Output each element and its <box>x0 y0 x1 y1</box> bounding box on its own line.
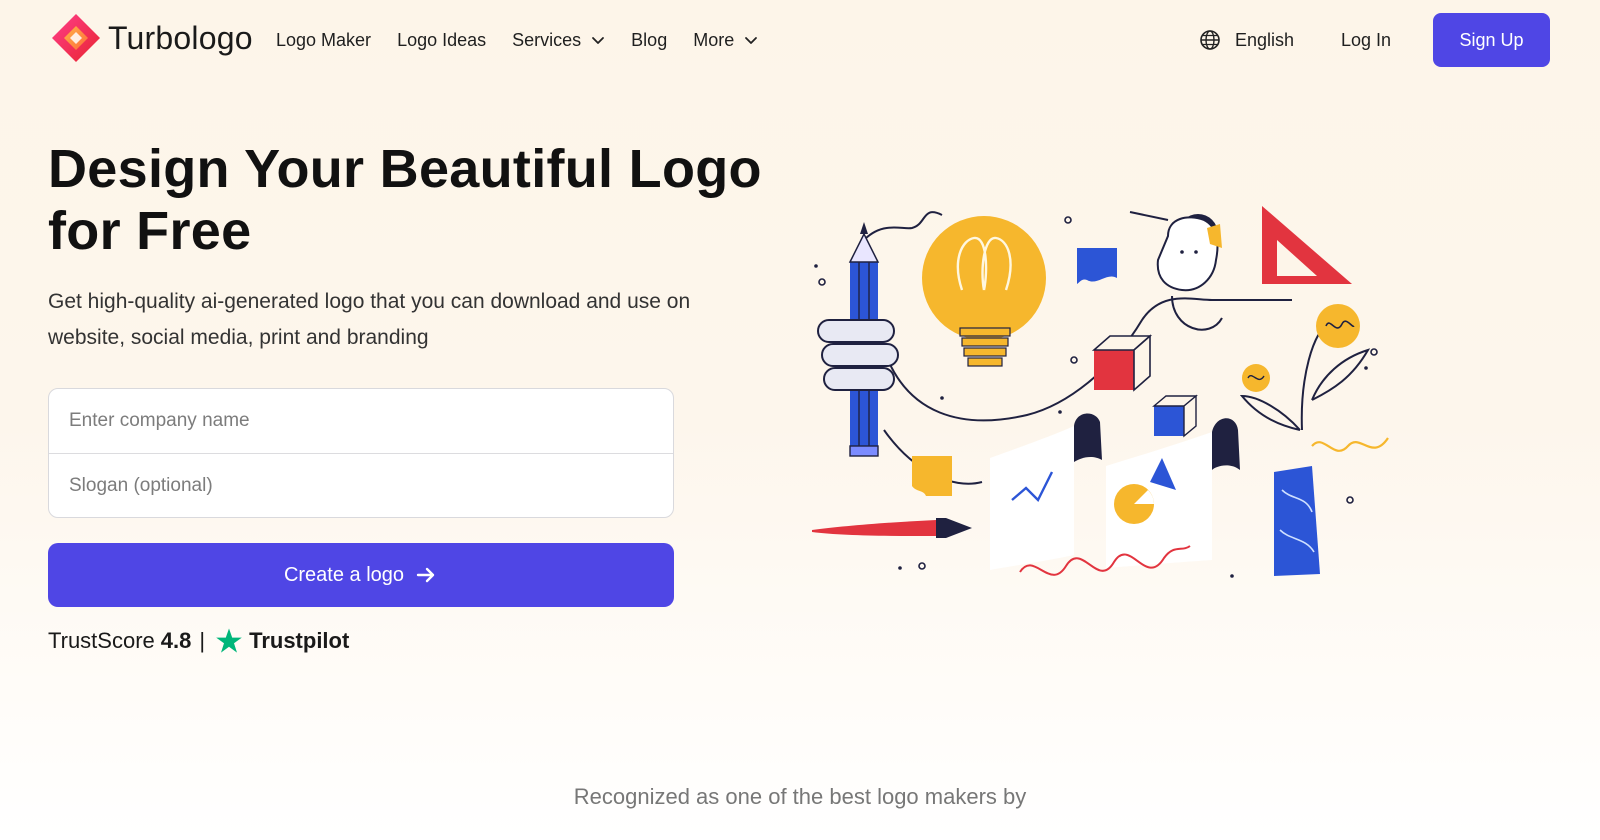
light-bulb-icon <box>922 216 1046 367</box>
brand-name: Turbologo <box>108 19 253 56</box>
nav-blog[interactable]: Blog <box>631 30 667 51</box>
turbologo-logo[interactable]: Turbologo <box>50 12 253 64</box>
globe-icon <box>1200 30 1220 50</box>
trustscore-row: TrustScore 4.8 | Trustpilot <box>48 626 349 656</box>
chart-paper-icon <box>990 413 1102 570</box>
logo-form <box>48 388 674 518</box>
signup-button[interactable]: Sign Up <box>1433 13 1550 67</box>
yellow-note-icon <box>912 456 952 496</box>
person-icon <box>1129 211 1223 331</box>
vase-plant-icon <box>1239 304 1371 576</box>
trustscore-label: TrustScore <box>48 628 155 653</box>
triangle-ruler-icon <box>1262 206 1352 284</box>
nav-logo-ideas[interactable]: Logo Ideas <box>397 30 486 51</box>
red-cube-icon <box>1091 334 1153 392</box>
yellow-squiggle-icon <box>1311 437 1389 452</box>
trust-separator: | <box>199 628 206 653</box>
pie-paper-icon <box>1106 418 1240 568</box>
chevron-down-icon <box>745 37 758 44</box>
trustpilot-name[interactable]: Trustpilot <box>249 628 349 654</box>
hero-title: Design Your Beautiful Logo for Free <box>48 139 762 261</box>
turbologo-diamond-icon <box>52 14 100 62</box>
site-header: Turbologo Logo Maker Logo Ideas Services… <box>0 0 1600 80</box>
blue-shape-icon <box>1077 248 1117 284</box>
language-selector[interactable]: English <box>1199 26 1294 54</box>
recognized-text: Recognized as one of the best logo maker… <box>573 784 1027 809</box>
nav-logo-maker[interactable]: Logo Maker <box>276 30 371 51</box>
company-name-input[interactable] <box>49 389 673 453</box>
chevron-down-icon <box>592 37 605 44</box>
nav-label: Blog <box>631 29 668 50</box>
slogan-input[interactable] <box>49 454 673 517</box>
nav-label: Logo Maker <box>276 29 372 50</box>
nav-label: Logo Ideas <box>397 29 487 50</box>
hero-illustration <box>812 206 1389 578</box>
create-logo-label: Create a logo <box>283 563 405 586</box>
nav-label: Services <box>512 29 582 50</box>
trustpilot-star-icon <box>216 628 242 653</box>
create-logo-button[interactable]: Create a logo <box>48 543 674 607</box>
language-label: English <box>1235 29 1295 50</box>
nav-services[interactable]: Services <box>512 30 605 51</box>
hero-subtitle: Get high-quality ai-generated logo that … <box>48 290 691 349</box>
trustscore-value: 4.8 <box>160 628 192 653</box>
arrow-right-icon <box>416 567 435 583</box>
login-link[interactable]: Log In <box>1341 26 1391 54</box>
fountain-pen-icon <box>812 518 972 538</box>
blue-cube-icon <box>1152 394 1198 438</box>
nav-label: More <box>693 29 735 50</box>
hand-icon <box>817 319 899 391</box>
nav-more[interactable]: More <box>693 30 758 51</box>
main-nav: Logo Maker Logo Ideas Services Blog More <box>276 26 784 54</box>
